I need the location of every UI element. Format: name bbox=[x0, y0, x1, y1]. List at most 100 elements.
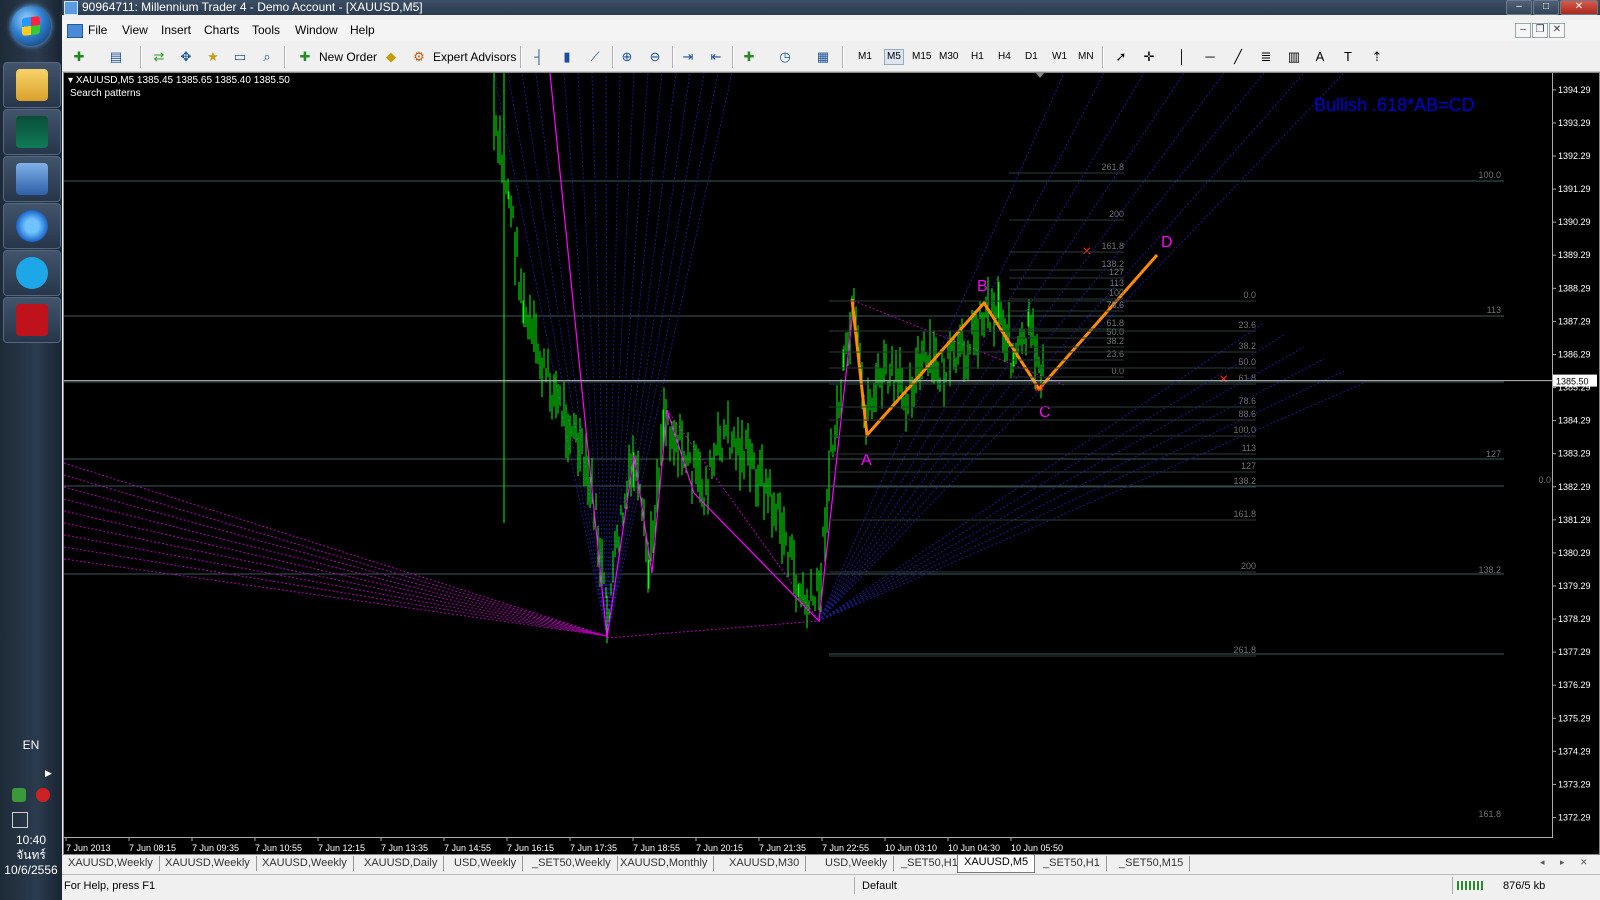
expert-advisors-button[interactable]: Expert Advisors bbox=[433, 50, 516, 64]
tab-scroll-left-icon[interactable]: ◂ bbox=[1540, 857, 1545, 868]
chart-tab[interactable]: XAUUSD,Weekly bbox=[256, 856, 354, 871]
collapse-icon[interactable]: ▾ bbox=[68, 75, 76, 86]
symbol-info-text: XAUUSD,M5 1385.45 1385.65 1385.40 1385.5… bbox=[75, 75, 290, 86]
chart-tab[interactable]: XAUUSD,M30 bbox=[723, 856, 807, 871]
new-order-button[interactable]: New Order bbox=[319, 50, 377, 64]
navigator-icon[interactable]: ★ bbox=[204, 48, 222, 66]
chart-tab[interactable]: USD,Weekly bbox=[819, 856, 895, 871]
vertical-line-icon[interactable]: │ bbox=[1173, 48, 1191, 66]
chart-tab[interactable]: _SET50,Weekly bbox=[526, 856, 618, 871]
price-tick-label: 1387.29 bbox=[1558, 316, 1591, 326]
chart-window-icon[interactable] bbox=[67, 24, 83, 38]
chart-tab[interactable]: XAUUSD,Weekly bbox=[62, 856, 160, 871]
tray-action-icon[interactable] bbox=[12, 812, 28, 828]
periods-icon[interactable]: ◷ bbox=[776, 48, 794, 66]
timeframe-mn[interactable]: MN bbox=[1078, 51, 1094, 62]
chart-tab[interactable]: USD,Weekly bbox=[448, 856, 524, 871]
candlestick-icon[interactable]: ▮ bbox=[558, 48, 576, 66]
timeframe-m5[interactable]: M5 bbox=[884, 49, 904, 65]
fib-label-far: 113 bbox=[1487, 305, 1501, 315]
menu-help[interactable]: Help bbox=[350, 23, 375, 37]
chart-canvas[interactable]: ABCD××261.8200161.8138.212711310078.661.… bbox=[64, 73, 1599, 854]
autoscroll-icon[interactable]: ⇥ bbox=[679, 48, 697, 66]
expert-advisors-icon[interactable]: ⚙ bbox=[410, 48, 428, 66]
menu-view[interactable]: View bbox=[122, 23, 148, 37]
close-button[interactable]: ✕ bbox=[1560, 0, 1598, 15]
mdi-close-button[interactable]: ✕ bbox=[1549, 23, 1565, 38]
timeframe-m15[interactable]: M15 bbox=[912, 51, 931, 62]
market-watch-icon[interactable]: ⇄ bbox=[150, 48, 168, 66]
price-tick-label: 1383.29 bbox=[1558, 449, 1591, 459]
chart-tab[interactable]: XAUUSD,Monthly bbox=[614, 856, 715, 871]
tab-scroll-right-icon[interactable]: ▸ bbox=[1560, 857, 1565, 868]
menu-file[interactable]: File bbox=[88, 23, 107, 37]
terminal-icon[interactable]: ▭ bbox=[231, 48, 249, 66]
timeframe-h4[interactable]: H4 bbox=[998, 51, 1011, 62]
channel-icon[interactable]: ▥ bbox=[1285, 48, 1303, 66]
line-chart-icon[interactable]: ⟋ bbox=[586, 48, 604, 66]
taskbar-skype[interactable] bbox=[3, 250, 61, 296]
maximize-button[interactable]: □ bbox=[1533, 0, 1559, 15]
text-label-icon[interactable]: T bbox=[1339, 48, 1357, 66]
profiles-icon[interactable]: ▤ bbox=[107, 48, 125, 66]
horizontal-line-icon[interactable]: ─ bbox=[1201, 48, 1219, 66]
status-profile: Default bbox=[862, 880, 897, 892]
new-order-icon[interactable]: ✚ bbox=[296, 48, 314, 66]
menu-insert[interactable]: Insert bbox=[161, 23, 191, 37]
chart-shift-icon[interactable]: ⇤ bbox=[707, 48, 725, 66]
timeframe-w1[interactable]: W1 bbox=[1052, 51, 1067, 62]
strategy-tester-icon[interactable]: ⌕ bbox=[258, 48, 276, 66]
data-window-icon[interactable]: ✥ bbox=[177, 48, 195, 66]
cursor-icon[interactable]: ➚ bbox=[1112, 48, 1130, 66]
taskbar-app-2[interactable] bbox=[3, 109, 61, 155]
fan-line bbox=[535, 73, 608, 639]
indicators-icon[interactable]: ✚ bbox=[740, 48, 758, 66]
chart-tab[interactable]: XAUUSD,Daily bbox=[358, 856, 445, 871]
chart-tab[interactable]: _SET50,H1 bbox=[1037, 856, 1107, 871]
fib-label-far: 0.0 bbox=[1538, 475, 1551, 485]
menu-tools[interactable]: Tools bbox=[252, 23, 280, 37]
tray-expand-icon[interactable]: ▶ bbox=[45, 768, 52, 779]
zigzag-guide bbox=[64, 486, 608, 637]
window-title: 90964711: Millennium Trader 4 - Demo Acc… bbox=[82, 0, 423, 14]
chart-tab[interactable]: _SET50,M15 bbox=[1113, 856, 1191, 871]
menu-charts[interactable]: Charts bbox=[204, 23, 239, 37]
metaeditor-icon[interactable]: ◆ bbox=[382, 48, 400, 66]
tab-close-icon[interactable]: ✕ bbox=[1580, 857, 1588, 868]
trendline-icon[interactable]: ╱ bbox=[1229, 48, 1247, 66]
taskbar-ie[interactable] bbox=[3, 203, 61, 249]
templates-icon[interactable]: ▦ bbox=[814, 48, 832, 66]
timeframe-m30[interactable]: M30 bbox=[939, 51, 958, 62]
mdi-minimize-button[interactable]: – bbox=[1515, 23, 1531, 38]
price-tick-label: 1394.29 bbox=[1558, 85, 1591, 95]
menu-window[interactable]: Window bbox=[295, 23, 338, 37]
text-icon[interactable]: A bbox=[1311, 48, 1329, 66]
fib-label-upper: 261.8 bbox=[1101, 162, 1124, 172]
timeframe-d1[interactable]: D1 bbox=[1025, 51, 1038, 62]
timeframe-h1[interactable]: H1 bbox=[971, 51, 984, 62]
taskbar-fxpro[interactable] bbox=[3, 297, 61, 343]
chart-tab[interactable]: XAUUSD,M5 bbox=[957, 855, 1036, 873]
zoom-in-icon[interactable]: ⊕ bbox=[618, 48, 636, 66]
minimize-button[interactable]: – bbox=[1506, 0, 1532, 15]
arrows-icon[interactable]: ⇡ bbox=[1368, 48, 1386, 66]
price-tick-label: 1379.29 bbox=[1558, 581, 1591, 591]
taskbar-clock[interactable]: 10:40 จันทร์ 10/6/2556 bbox=[0, 833, 62, 878]
price-tick-label: 1392.29 bbox=[1558, 151, 1591, 161]
fibonacci-icon[interactable]: ≣ bbox=[1257, 48, 1275, 66]
zoom-out-icon[interactable]: ⊖ bbox=[646, 48, 664, 66]
start-button[interactable] bbox=[11, 6, 51, 46]
chart-window[interactable]: A B C D × × 261.8 200 161.8 138.2 127 113 100 78.6 61.… bbox=[63, 72, 1600, 855]
timeframe-m1[interactable]: M1 bbox=[858, 51, 872, 62]
chart-tab[interactable]: _SET50,H1 bbox=[895, 856, 965, 871]
mdi-restore-button[interactable]: ❐ bbox=[1532, 23, 1548, 38]
bar-chart-icon[interactable]: ┤ bbox=[530, 48, 548, 66]
taskbar-explorer[interactable] bbox=[3, 62, 61, 108]
crosshair-icon[interactable]: ✛ bbox=[1140, 48, 1158, 66]
taskbar-app-3[interactable] bbox=[3, 156, 61, 202]
language-indicator[interactable]: EN bbox=[0, 738, 62, 752]
tray-network-icon[interactable] bbox=[12, 788, 26, 802]
chart-tab[interactable]: XAUUSD,Weekly bbox=[159, 856, 257, 871]
tray-alert-icon[interactable] bbox=[36, 788, 50, 802]
new-chart-icon[interactable]: ✚ bbox=[70, 48, 88, 66]
